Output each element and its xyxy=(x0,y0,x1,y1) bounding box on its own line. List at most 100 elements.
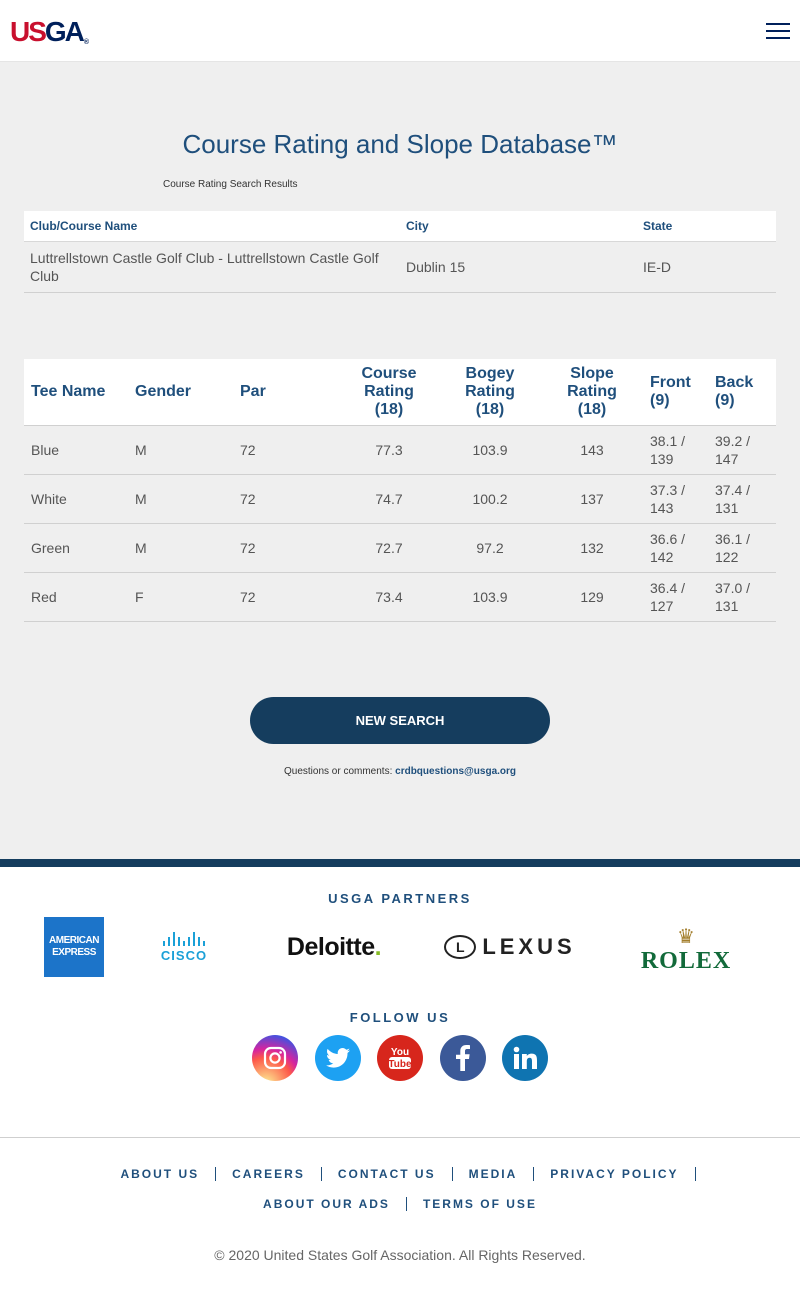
header-line: (18) xyxy=(475,400,505,418)
contact-prefix: Questions or comments: xyxy=(283,766,396,777)
amex-line: AMERICAN xyxy=(49,935,99,946)
par-cell: 72 xyxy=(233,425,339,475)
cell-line: 122 xyxy=(715,548,739,565)
column-header-state: State xyxy=(637,211,776,242)
linkedin-icon[interactable] xyxy=(502,1035,548,1081)
american-express-logo[interactable]: AMERICAN EXPRESS xyxy=(44,917,104,977)
results-caption: Course Rating Search Results xyxy=(163,179,298,190)
footer-link-media[interactable]: MEDIA xyxy=(453,1167,535,1181)
copyright-text: © 2020 United States Golf Association. A… xyxy=(214,1247,586,1263)
tee-table-header-row: Tee Name Gender Par Course Rating (18) B… xyxy=(24,359,776,426)
club-results-table: Club/Course Name City State Luttrellstow… xyxy=(24,211,776,293)
rolex-wordmark: ROLEX xyxy=(640,948,732,974)
column-header-club-name: Club/Course Name xyxy=(24,211,400,242)
tee-row: Red F 72 73.4 103.9 129 36.4 /127 37.0 /… xyxy=(24,572,776,622)
cisco-bars-icon xyxy=(163,931,205,946)
gender-cell: M xyxy=(128,523,233,573)
footer-link-about-us[interactable]: ABOUT US xyxy=(104,1167,217,1181)
bogey-rating-cell: 97.2 xyxy=(439,523,541,573)
back-nine-cell: 37.0 /131 xyxy=(708,572,776,622)
footer-link-contact-us[interactable]: CONTACT US xyxy=(322,1167,453,1181)
footer-links-row-2: ABOUT OUR ADS TERMS OF USE xyxy=(0,1197,800,1211)
column-header-tee-name: Tee Name xyxy=(24,359,128,426)
header-line: Course xyxy=(361,364,417,382)
par-cell: 72 xyxy=(233,523,339,573)
cell-line: 142 xyxy=(650,548,674,565)
new-search-button[interactable]: NEW SEARCH xyxy=(250,697,550,744)
rolex-crown-icon: ♛ xyxy=(677,926,695,948)
cell-line: 38.1 / xyxy=(650,432,686,449)
lexus-logo[interactable]: L LEXUS xyxy=(440,930,580,964)
tee-row: Blue M 72 77.3 103.9 143 38.1 /139 39.2 … xyxy=(24,425,776,475)
club-row[interactable]: Luttrellstown Castle Golf Club - Luttrel… xyxy=(24,241,776,293)
cell-line: 39.2 / xyxy=(715,432,751,449)
footer-divider xyxy=(0,1137,800,1138)
back-nine-cell: 39.2 /147 xyxy=(708,425,776,475)
column-header-bogey-rating: Bogey Rating (18) xyxy=(439,359,541,426)
column-header-slope-rating: Slope Rating (18) xyxy=(541,359,643,426)
footer-links-row-1: ABOUT US CAREERS CONTACT US MEDIA PRIVAC… xyxy=(0,1167,800,1181)
cell-line: 37.3 / xyxy=(650,481,686,498)
instagram-icon[interactable] xyxy=(252,1035,298,1081)
deloitte-logo[interactable]: Deloitte. xyxy=(274,929,394,965)
tee-row: Green M 72 72.7 97.2 132 36.6 /142 36.1 … xyxy=(24,523,776,573)
header-line: Rating xyxy=(364,382,414,400)
tee-name-cell: Blue xyxy=(24,425,128,475)
footer-link-about-our-ads[interactable]: ABOUT OUR ADS xyxy=(247,1197,407,1211)
contact-email-link[interactable]: crdbquestions@usga.org xyxy=(395,766,516,777)
deloitte-dot: . xyxy=(374,932,382,961)
tee-row: White M 72 74.7 100.2 137 37.3 /143 37.4… xyxy=(24,474,776,524)
lexus-wordmark: LEXUS xyxy=(482,934,576,959)
cell-line: 147 xyxy=(715,450,739,467)
follow-us-title: FOLLOW US xyxy=(349,1010,451,1025)
lexus-emblem-icon: L xyxy=(444,935,477,959)
header-line: (9) xyxy=(650,391,670,409)
state-cell: IE-D xyxy=(637,241,776,293)
course-rating-cell: 74.7 xyxy=(339,474,439,524)
header-line: (9) xyxy=(715,391,735,409)
rolex-logo[interactable]: ♛ ROLEX xyxy=(636,922,736,978)
page-title: Course Rating and Slope Database™ xyxy=(182,129,618,159)
cisco-logo[interactable]: CISCO xyxy=(150,929,218,965)
bogey-rating-cell: 103.9 xyxy=(439,425,541,475)
club-name-cell[interactable]: Luttrellstown Castle Golf Club - Luttrel… xyxy=(24,241,400,293)
front-nine-cell: 36.6 /142 xyxy=(643,523,708,573)
header-line: Rating xyxy=(567,382,617,400)
front-nine-cell: 37.3 /143 xyxy=(643,474,708,524)
cisco-wordmark: CISCO xyxy=(160,947,208,963)
cell-line: 131 xyxy=(715,499,739,516)
tee-name-cell: Red xyxy=(24,572,128,622)
slope-rating-cell: 132 xyxy=(541,523,643,573)
back-nine-cell: 36.1 /122 xyxy=(708,523,776,573)
column-header-course-rating: Course Rating (18) xyxy=(339,359,439,426)
social-links: You Tube xyxy=(252,1035,548,1083)
par-cell: 72 xyxy=(233,572,339,622)
youtube-icon[interactable]: You Tube xyxy=(377,1035,423,1081)
deloitte-wordmark: Deloitte xyxy=(286,932,375,961)
svg-text:You: You xyxy=(391,1047,409,1058)
column-header-front-nine: Front (9) xyxy=(643,359,708,426)
header-line: (18) xyxy=(577,400,607,418)
twitter-icon[interactable] xyxy=(314,1035,361,1081)
hamburger-menu-icon[interactable] xyxy=(766,23,790,40)
front-nine-cell: 38.1 /139 xyxy=(643,425,708,475)
slope-rating-cell: 137 xyxy=(541,474,643,524)
club-table-header-row: Club/Course Name City State xyxy=(24,211,776,242)
course-rating-cell: 72.7 xyxy=(339,523,439,573)
facebook-icon[interactable] xyxy=(439,1035,486,1081)
footer-link-careers[interactable]: CAREERS xyxy=(216,1167,322,1181)
top-bar: USGA® xyxy=(0,0,800,62)
footer-link-terms-of-use[interactable]: TERMS OF USE xyxy=(407,1197,553,1211)
bogey-rating-cell: 103.9 xyxy=(439,572,541,622)
cell-line: 37.4 / xyxy=(715,481,751,498)
logo-ga: GA xyxy=(44,16,85,47)
par-cell: 72 xyxy=(233,474,339,524)
bogey-rating-cell: 100.2 xyxy=(439,474,541,524)
cell-line: 143 xyxy=(650,499,674,516)
front-nine-cell: 36.4 /127 xyxy=(643,572,708,622)
footer: USGA PARTNERS AMERICAN EXPRESS CISCO Del… xyxy=(0,867,800,1308)
usga-logo[interactable]: USGA® xyxy=(10,16,89,47)
cell-line: 127 xyxy=(650,597,674,614)
partners-title: USGA PARTNERS xyxy=(328,891,472,906)
footer-link-privacy-policy[interactable]: PRIVACY POLICY xyxy=(534,1167,696,1181)
